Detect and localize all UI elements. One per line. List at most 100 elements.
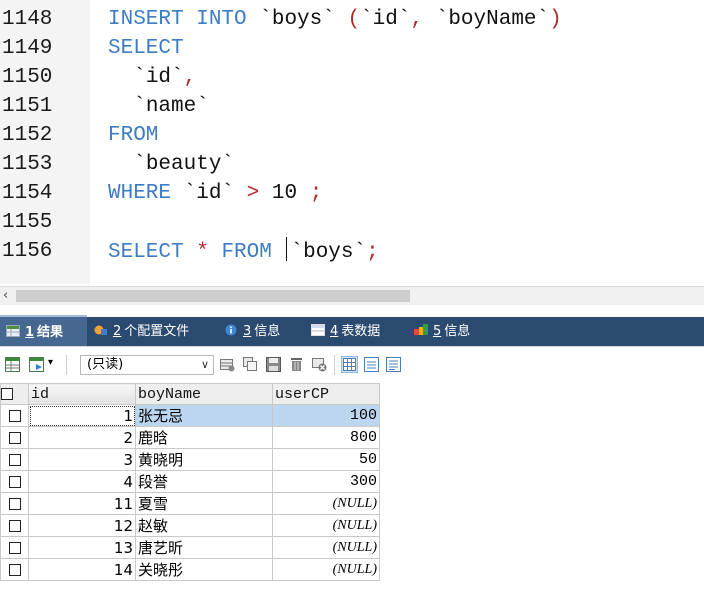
cell-boyname[interactable]: 夏雪 — [135, 492, 273, 515]
sql-keyword: INSERT INTO — [108, 8, 247, 31]
row-checkbox-cell[interactable] — [0, 448, 29, 471]
row-checkbox-cell[interactable] — [0, 470, 29, 493]
sql-keyword: SELECT — [108, 37, 184, 60]
table-row[interactable]: 3 黄晓明 50 — [0, 448, 380, 471]
text-mode-icon[interactable] — [386, 357, 401, 372]
column-header-boyname[interactable]: boyName — [135, 383, 273, 405]
table-row[interactable]: 4 段誉 300 — [0, 470, 380, 493]
tab-key: 4 — [330, 324, 339, 339]
row-checkbox[interactable] — [8, 476, 21, 489]
scroll-left-icon[interactable]: ‹ — [3, 288, 8, 303]
column-identifier: `id` — [360, 8, 411, 31]
row-checkbox[interactable] — [8, 564, 21, 577]
cell-id[interactable]: 11 — [28, 492, 136, 515]
horizontal-scrollbar[interactable]: ‹ — [0, 286, 704, 305]
cell-boyname[interactable]: 段誉 — [135, 470, 273, 493]
row-checkbox[interactable] — [8, 498, 21, 511]
export-icon[interactable] — [29, 357, 44, 372]
dropdown-arrow-icon[interactable]: ▾ — [48, 357, 53, 368]
cell-boyname[interactable]: 关晓彤 — [135, 558, 273, 581]
scrollbar-thumb[interactable] — [16, 290, 410, 302]
table-row[interactable]: 14 关晓彤 (NULL) — [0, 558, 380, 581]
row-checkbox[interactable] — [8, 432, 21, 445]
row-checkbox[interactable] — [8, 454, 21, 467]
result-tabs: 1 结果 2 个配置文件 3 信息 4 表数据 5 信息 — [0, 306, 704, 348]
cell-id[interactable]: 4 — [28, 470, 136, 493]
table-row[interactable]: 2 鹿晗 800 — [0, 426, 380, 449]
cell-usercp[interactable]: 100 — [272, 404, 380, 427]
cell-id[interactable]: 1 — [28, 404, 136, 427]
tab-label: 信息 — [444, 324, 471, 339]
code-line[interactable]: 1150 `id`, — [0, 63, 704, 92]
row-checkbox-cell[interactable] — [0, 492, 29, 515]
cell-usercp[interactable]: 800 — [272, 426, 380, 449]
cell-boyname[interactable]: 黄晓明 — [135, 448, 273, 471]
cell-id[interactable]: 12 — [28, 514, 136, 537]
delete-icon[interactable] — [289, 357, 304, 372]
line-number: 1149 — [2, 37, 53, 60]
column-identifier: `id` — [133, 66, 184, 89]
tab-info-5[interactable]: 5 信息 — [408, 317, 470, 346]
tab-key: 5 — [433, 324, 442, 339]
row-checkbox[interactable] — [8, 410, 21, 423]
code-line[interactable]: 1156 SELECT * FROM `boys`; — [0, 237, 704, 266]
insert-row-icon[interactable] — [220, 357, 235, 372]
readonly-select[interactable]: (只读) ∨ — [80, 355, 214, 375]
row-checkbox-cell[interactable] — [0, 536, 29, 559]
cancel-changes-icon[interactable] — [312, 357, 327, 372]
toolbar-separator — [334, 355, 335, 375]
row-checkbox-cell[interactable] — [0, 404, 29, 427]
cell-boyname[interactable]: 张无忌 — [135, 404, 273, 427]
sql-editor[interactable]: 1148 INSERT INTO `boys` (`id`, `boyName`… — [0, 0, 704, 284]
column-header-usercp[interactable]: userCP — [272, 383, 380, 405]
operator: > — [246, 182, 260, 205]
cell-id[interactable]: 2 — [28, 426, 136, 449]
code-line[interactable]: 1149 SELECT — [0, 34, 704, 63]
select-all-cell[interactable] — [0, 383, 29, 405]
cell-boyname[interactable]: 赵敏 — [135, 514, 273, 537]
table-row[interactable]: 1 张无忌 100 — [0, 404, 380, 427]
cell-usercp[interactable]: (NULL) — [272, 514, 380, 537]
tab-results[interactable]: 1 结果 — [0, 315, 87, 348]
cell-boyname[interactable]: 唐艺昕 — [135, 536, 273, 559]
table-row[interactable]: 13 唐艺昕 (NULL) — [0, 536, 380, 559]
code-line[interactable]: 1152 FROM — [0, 121, 704, 150]
grid-mode-icon[interactable] — [341, 356, 358, 373]
row-checkbox[interactable] — [8, 542, 21, 555]
table-identifier: `boys` — [259, 8, 335, 31]
row-checkbox-cell[interactable] — [0, 514, 29, 537]
line-number: 1153 — [2, 153, 53, 176]
row-checkbox-cell[interactable] — [0, 426, 29, 449]
tab-info[interactable]: 3 信息 — [218, 317, 280, 346]
cell-usercp[interactable]: (NULL) — [272, 536, 380, 559]
row-checkbox[interactable] — [8, 520, 21, 533]
grid-view-icon[interactable] — [5, 357, 20, 372]
tab-label: 结果 — [37, 325, 64, 340]
table-row[interactable]: 11 夏雪 (NULL) — [0, 492, 380, 515]
code-line[interactable]: 1155 — [0, 208, 704, 237]
code-line[interactable]: 1153 `beauty` — [0, 150, 704, 179]
code-line[interactable]: 1148 INSERT INTO `boys` (`id`, `boyName`… — [0, 5, 704, 34]
tab-table-data[interactable]: 4 表数据 — [305, 317, 380, 346]
duplicate-row-icon[interactable] — [243, 357, 258, 372]
cell-id[interactable]: 13 — [28, 536, 136, 559]
save-icon[interactable] — [266, 357, 281, 372]
cell-usercp[interactable]: 300 — [272, 470, 380, 493]
table-result-icon — [6, 325, 20, 337]
code-line[interactable]: 1151 `name` — [0, 92, 704, 121]
tab-profiles[interactable]: 2 个配置文件 — [88, 317, 189, 346]
tab-key: 2 — [113, 324, 122, 339]
select-all-checkbox[interactable] — [1, 387, 13, 400]
cell-boyname[interactable]: 鹿晗 — [135, 426, 273, 449]
cell-usercp[interactable]: (NULL) — [272, 492, 380, 515]
column-header-id[interactable]: id — [28, 383, 136, 405]
cell-usercp[interactable]: (NULL) — [272, 558, 380, 581]
cell-id[interactable]: 14 — [28, 558, 136, 581]
cell-id[interactable]: 3 — [28, 448, 136, 471]
row-checkbox-cell[interactable] — [0, 558, 29, 581]
line-number: 1154 — [2, 182, 53, 205]
cell-usercp[interactable]: 50 — [272, 448, 380, 471]
form-mode-icon[interactable] — [364, 357, 379, 372]
code-line[interactable]: 1154 WHERE `id` > 10 ; — [0, 179, 704, 208]
table-row[interactable]: 12 赵敏 (NULL) — [0, 514, 380, 537]
